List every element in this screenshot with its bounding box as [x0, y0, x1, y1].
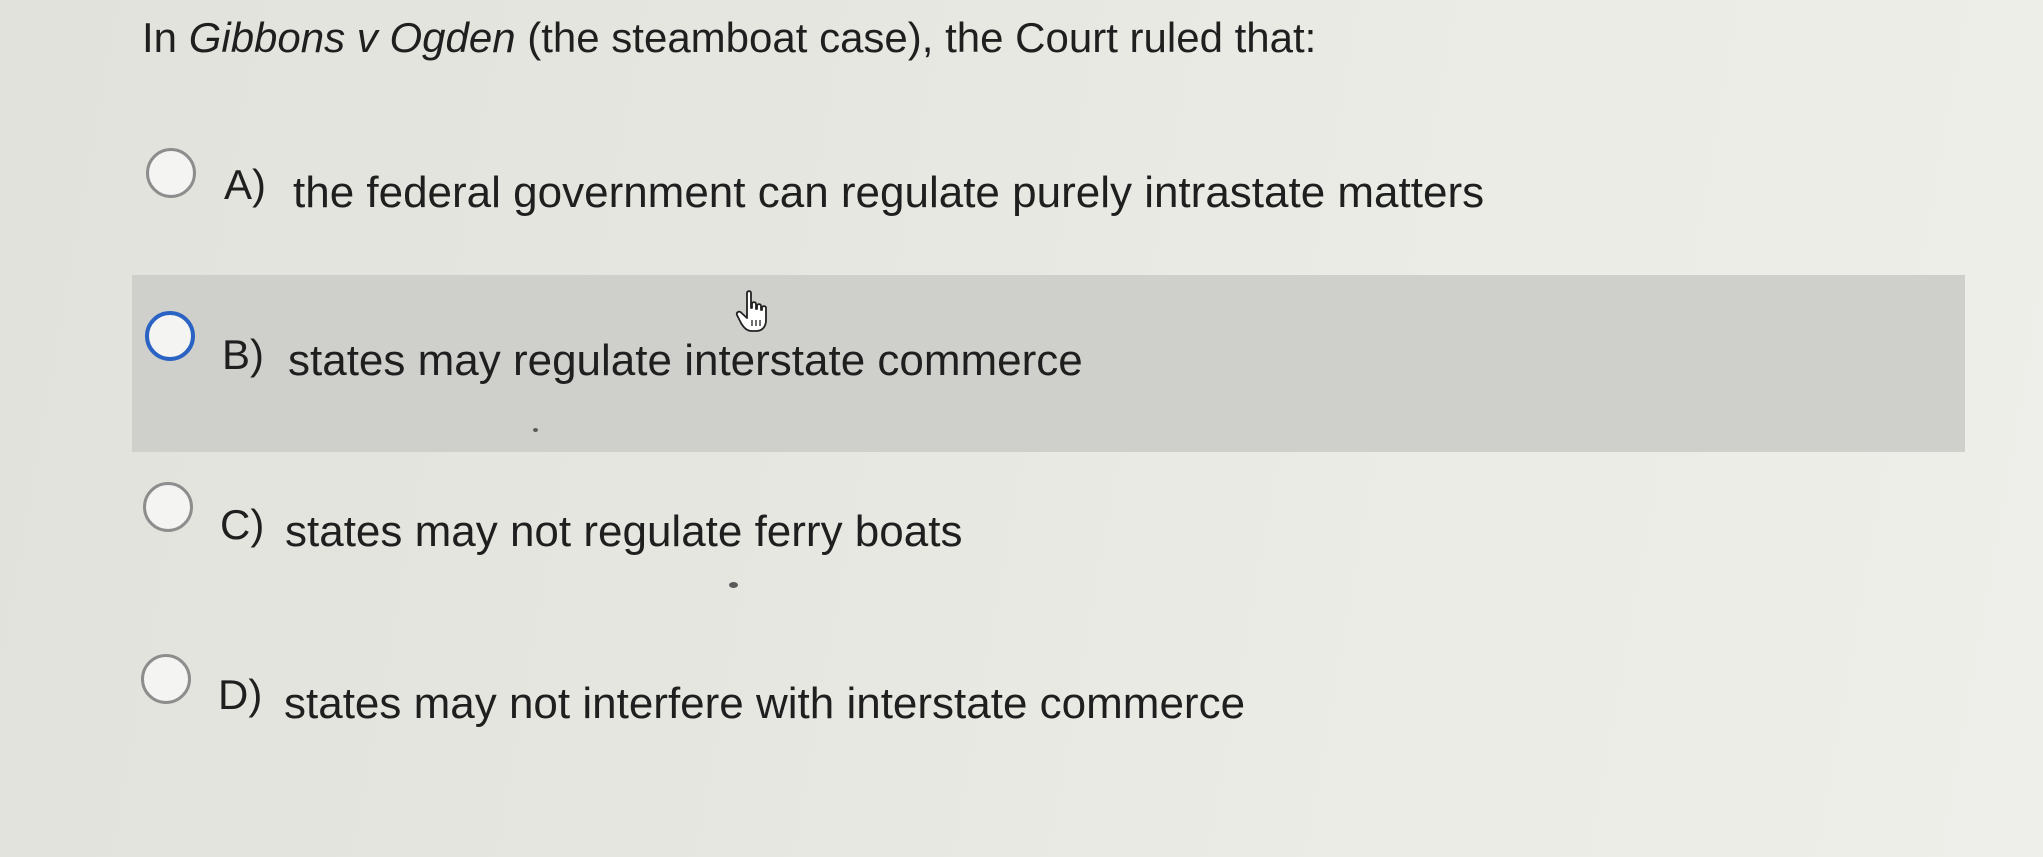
- radio-button-icon[interactable]: [143, 482, 193, 532]
- option-letter: A): [224, 161, 266, 208]
- option-text[interactable]: the federal government can regulate pure…: [293, 165, 1484, 221]
- option-text[interactable]: states may not interfere with interstate…: [284, 676, 1245, 732]
- option-letter: C): [220, 501, 265, 548]
- question-prefix: In: [142, 14, 189, 61]
- option-letter: B): [222, 331, 264, 378]
- case-name: Gibbons v Ogden: [188, 14, 516, 61]
- radio-button-icon[interactable]: [145, 311, 195, 361]
- radio-button-icon[interactable]: [146, 148, 196, 198]
- option-text[interactable]: states may regulate interstate commerce: [288, 333, 1083, 389]
- question-suffix: (the steamboat case), the Court ruled th…: [515, 14, 1317, 61]
- screen-speck: [729, 582, 738, 588]
- hand-pointer-icon: [735, 290, 775, 334]
- option-letter: D): [218, 671, 263, 718]
- screen-speck: [533, 428, 538, 432]
- radio-button-icon[interactable]: [141, 654, 191, 704]
- question-prompt: In Gibbons v Ogden (the steamboat case),…: [142, 8, 1316, 68]
- option-text[interactable]: states may not regulate ferry boats: [285, 504, 962, 560]
